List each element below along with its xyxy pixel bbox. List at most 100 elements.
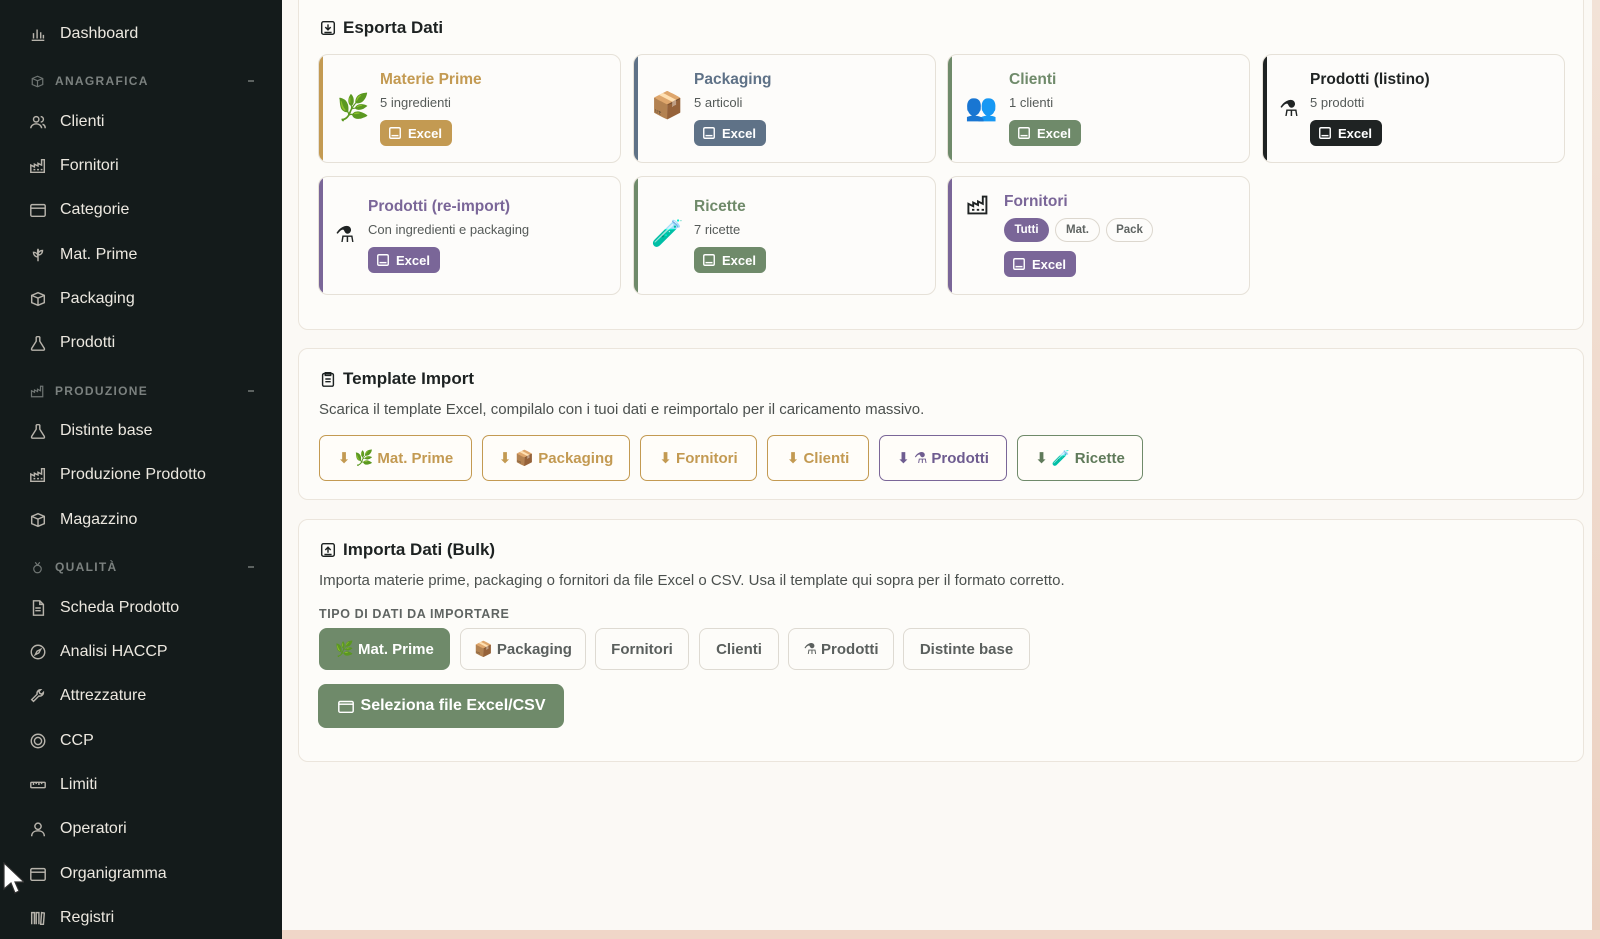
users-icon <box>28 112 48 132</box>
section-header-produzione[interactable]: PRODUZIONE <box>0 378 282 404</box>
sidebar-item-organigramma[interactable]: Organigramma <box>0 854 282 894</box>
sidebar-item-analisi-haccp[interactable]: Analisi HACCP <box>0 632 282 672</box>
export-excel-button[interactable]: Excel <box>694 247 766 273</box>
import-type-fornitori[interactable]: Fornitori <box>595 628 689 670</box>
template-download-mat-prime-button[interactable]: ⬇ 🌿 Mat. Prime <box>319 435 472 481</box>
sidebar-item-label: Categorie <box>60 201 130 218</box>
flask-icon <box>28 421 48 441</box>
export-card-clienti: 👥 Clienti 1 clienti Excel <box>947 54 1250 163</box>
template-download-prodotti-button[interactable]: ⬇ ⚗ Prodotti <box>879 435 1007 481</box>
import-type-mat-prime[interactable]: 🌿 Mat. Prime <box>319 628 450 670</box>
window-edge <box>1592 0 1600 939</box>
sidebar-item-label: Magazzino <box>60 511 138 528</box>
section-header-qualita[interactable]: QUALITÀ <box>0 554 282 580</box>
card-subtitle: 7 ricette <box>694 222 741 237</box>
export-title: Esporta Dati <box>319 18 443 38</box>
compass-icon <box>28 642 48 662</box>
card-title: Fornitori <box>1004 193 1068 210</box>
import-type-packaging[interactable]: 📦 Packaging <box>460 628 586 670</box>
card-subtitle: 1 clienti <box>1009 95 1054 110</box>
sidebar-item-scheda-prodotto[interactable]: Scheda Prodotto <box>0 588 282 628</box>
sidebar-item-ccp[interactable]: CCP <box>0 721 282 761</box>
export-excel-button[interactable]: Excel <box>380 120 452 146</box>
template-download-clienti-button[interactable]: ⬇ Clienti <box>767 435 869 481</box>
export-card-packaging: 📦 Packaging 5 articoli Excel <box>633 54 936 163</box>
export-excel-button[interactable]: Excel <box>1009 120 1081 146</box>
sidebar-item-label: Registri <box>60 909 115 926</box>
flask-icon: ⚗ <box>1279 97 1299 122</box>
filter-chip-mat[interactable]: Mat. <box>1055 218 1100 242</box>
download-icon <box>377 254 389 266</box>
export-excel-button[interactable]: Excel <box>368 247 440 273</box>
export-excel-button[interactable]: Excel <box>1004 251 1076 277</box>
test-tube-icon: 🧪 <box>651 219 684 249</box>
collapse-icon <box>248 80 254 82</box>
sidebar: Dashboard ANAGRAFICA Clienti Fornitori C… <box>0 0 282 939</box>
ruler-icon <box>28 775 48 795</box>
document-icon <box>28 598 48 618</box>
import-title: Importa Dati (Bulk) <box>319 540 495 560</box>
target-icon <box>28 731 48 751</box>
sidebar-item-clienti[interactable]: Clienti <box>0 102 282 142</box>
import-type-distinte-base[interactable]: Distinte base <box>903 628 1030 670</box>
export-excel-button[interactable]: Excel <box>1310 120 1382 146</box>
sidebar-item-produzione-prodotto[interactable]: Produzione Prodotto <box>0 455 282 495</box>
users-icon: 👥 <box>965 93 998 123</box>
sidebar-item-attrezzature[interactable]: Attrezzature <box>0 676 282 716</box>
wrench-icon <box>28 686 48 706</box>
window-edge-bottom <box>282 930 1600 939</box>
sidebar-item-categorie[interactable]: Categorie <box>0 190 282 230</box>
sidebar-item-registri[interactable]: Registri <box>0 898 282 938</box>
sidebar-item-label: Packaging <box>60 290 135 307</box>
card-subtitle: Con ingredienti e packaging <box>368 222 530 237</box>
sidebar-item-prodotti[interactable]: Prodotti <box>0 323 282 363</box>
factory-icon <box>28 382 46 400</box>
import-type-prodotti[interactable]: ⚗ Prodotti <box>788 628 894 670</box>
export-card-prodotti-listino: ⚗ Prodotti (listino) 5 prodotti Excel <box>1262 54 1565 163</box>
sidebar-item-operatori[interactable]: Operatori <box>0 809 282 849</box>
sidebar-item-label: Produzione Prodotto <box>60 466 206 483</box>
sidebar-item-label: Dashboard <box>60 25 139 42</box>
export-card-materie-prime: 🌿 Materie Prime 5 ingredienti Excel <box>318 54 621 163</box>
sidebar-item-label: Limiti <box>60 776 98 793</box>
box-icon <box>28 510 48 530</box>
card-subtitle: 5 articoli <box>694 95 743 110</box>
select-file-button[interactable]: Seleziona file Excel/CSV <box>318 684 564 728</box>
template-download-packaging-button[interactable]: ⬇ 📦 Packaging <box>482 435 630 481</box>
medal-icon <box>28 558 46 576</box>
import-description: Importa materie prime, packaging o forni… <box>319 572 1065 589</box>
collapse-icon <box>248 566 254 568</box>
card-title: Clienti <box>1009 71 1057 88</box>
sidebar-item-limiti[interactable]: Limiti <box>0 765 282 805</box>
card-subtitle: 5 prodotti <box>1310 95 1365 110</box>
collapse-icon <box>248 390 254 392</box>
template-download-ricette-button[interactable]: ⬇ 🧪 Ricette <box>1017 435 1143 481</box>
factory-icon <box>28 156 48 176</box>
app-window: Dashboard ANAGRAFICA Clienti Fornitori C… <box>0 0 1600 939</box>
download-icon <box>703 127 715 139</box>
section-label: QUALITÀ <box>55 560 118 574</box>
section-label: PRODUZIONE <box>55 384 149 398</box>
sidebar-item-packaging[interactable]: Packaging <box>0 279 282 319</box>
section-header-anagrafica[interactable]: ANAGRAFICA <box>0 68 282 94</box>
sidebar-item-fornitori[interactable]: Fornitori <box>0 146 282 186</box>
sidebar-item-mat-prime[interactable]: Mat. Prime <box>0 235 282 275</box>
sidebar-item-distinte-base[interactable]: Distinte base <box>0 411 282 451</box>
flask-icon: ⚗ <box>335 223 355 248</box>
bar-chart-icon <box>28 24 48 44</box>
export-excel-button[interactable]: Excel <box>694 120 766 146</box>
box-icon <box>28 72 46 90</box>
user-icon <box>28 819 48 839</box>
sidebar-item-magazzino[interactable]: Magazzino <box>0 500 282 540</box>
import-type-clienti[interactable]: Clienti <box>699 628 779 670</box>
folder-icon <box>28 864 48 884</box>
download-icon <box>1319 127 1331 139</box>
export-card-ricette: 🧪 Ricette 7 ricette Excel <box>633 176 936 295</box>
sidebar-item-label: Fornitori <box>60 157 119 174</box>
download-icon <box>1013 258 1025 270</box>
filter-chip-pack[interactable]: Pack <box>1106 218 1153 242</box>
download-icon <box>389 127 401 139</box>
template-download-fornitori-button[interactable]: ⬇ Fornitori <box>640 435 757 481</box>
filter-chip-tutti[interactable]: Tutti <box>1004 218 1049 242</box>
sidebar-item-dashboard[interactable]: Dashboard <box>0 14 282 54</box>
